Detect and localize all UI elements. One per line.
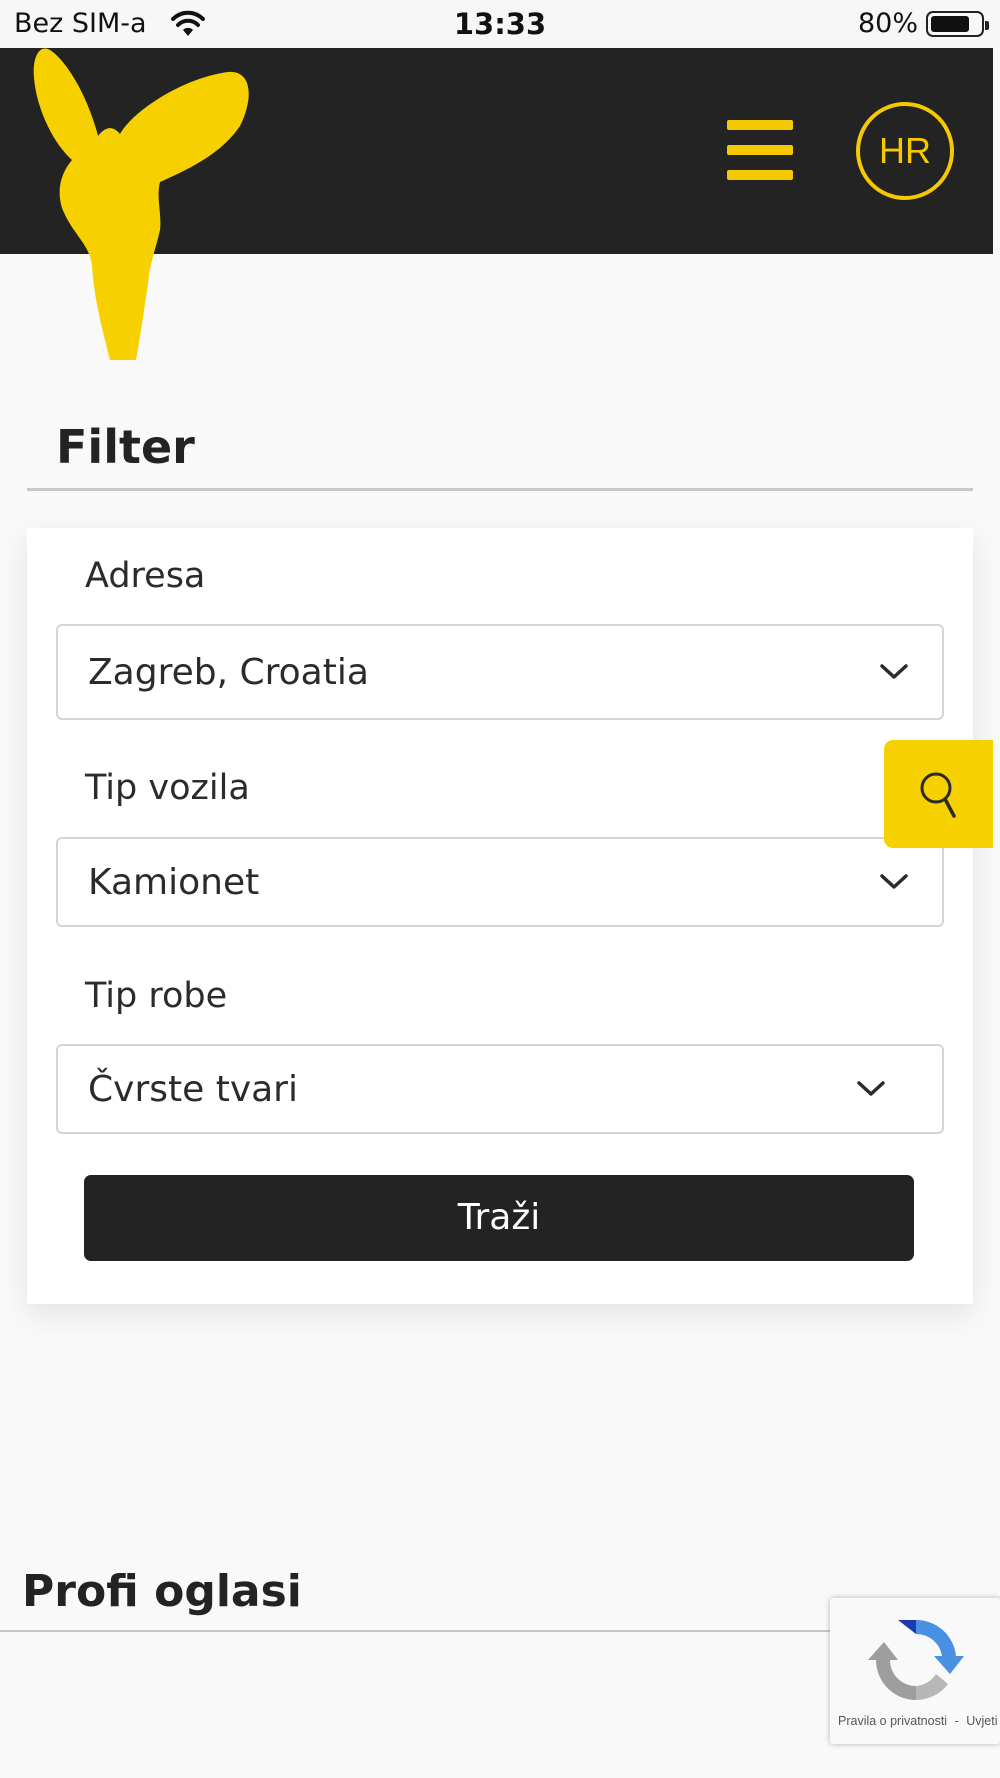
recaptcha-badge[interactable]: Pravila o privatnosti - Uvjeti [830,1598,1000,1744]
filter-card: Adresa Zagreb, Croatia Tip vozila Kamion… [27,528,973,1304]
chevron-down-icon [880,664,908,679]
hamburger-menu-icon [727,120,793,130]
status-bar: Bez SIM-a 13:33 80% [0,0,1000,48]
address-select[interactable]: Zagreb, Croatia [56,624,944,720]
search-icon [920,772,956,818]
address-label: Adresa [85,556,206,596]
chevron-down-icon [857,1081,885,1096]
battery-fill [931,16,970,32]
recaptcha-links: Pravila o privatnosti - Uvjeti [838,1714,997,1728]
battery-icon [926,11,989,37]
profi-ads-title: Profi oglasi [22,1566,302,1617]
vehicle-type-select-value: Kamionet [88,862,260,903]
search-button[interactable]: Traži [84,1175,914,1261]
recaptcha-terms-link[interactable]: Uvjeti [966,1714,997,1728]
recaptcha-privacy-link[interactable]: Pravila o privatnosti [838,1714,947,1728]
goods-type-label: Tip robe [85,976,228,1016]
filter-divider [27,488,973,491]
goods-type-select-value: Čvrste tvari [88,1069,298,1110]
recaptcha-separator: - [954,1714,959,1728]
hamburger-menu-button[interactable] [724,118,796,182]
clock: 13:33 [453,7,547,41]
filter-title: Filter [56,420,195,474]
vehicle-type-select[interactable]: Kamionet [56,837,944,927]
battery-percent: 80% [857,8,918,39]
chevron-down-icon [880,874,908,889]
language-switch-button[interactable]: HR [856,102,954,200]
hamburger-menu-icon-bar [727,145,793,155]
donkey-head-logo-icon[interactable] [32,48,252,366]
address-select-value: Zagreb, Croatia [88,652,369,693]
hamburger-menu-icon-bar [727,170,793,180]
goods-type-select[interactable]: Čvrste tvari [56,1044,944,1134]
side-search-button[interactable] [884,740,993,848]
battery-tip [985,21,989,30]
recaptcha-icon [868,1619,964,1700]
vehicle-type-label: Tip vozila [85,768,250,808]
